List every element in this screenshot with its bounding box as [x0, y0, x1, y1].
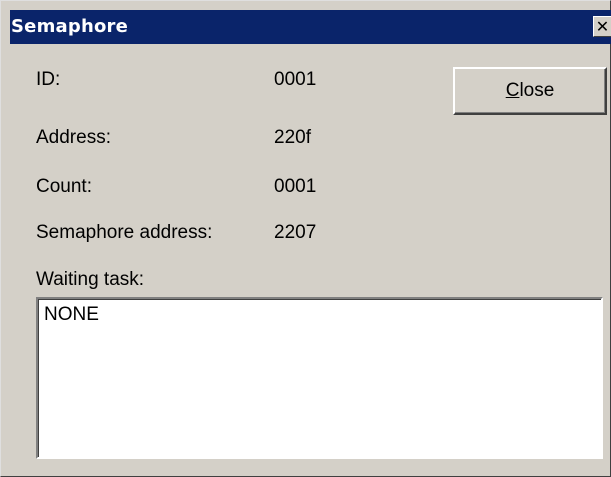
waiting-task-field[interactable]: NONE	[36, 297, 603, 459]
address-label: Address:	[36, 127, 111, 148]
semaphore-address-value: 2207	[274, 222, 317, 243]
close-button-label: lose	[519, 80, 555, 101]
count-label: Count:	[36, 176, 92, 197]
window-title: Semaphore	[11, 16, 129, 37]
close-button-mnemonic: C	[505, 80, 520, 101]
waiting-task-label: Waiting task:	[36, 269, 145, 290]
close-button[interactable]: Close	[453, 67, 607, 115]
semaphore-address-label: Semaphore address:	[36, 222, 213, 243]
close-icon: ✕	[595, 16, 610, 36]
title-close-button[interactable]: ✕	[593, 16, 611, 37]
waiting-task-value: NONE	[44, 304, 99, 325]
semaphore-dialog: Semaphore ✕ ID: 0001 Address: 220f Count…	[0, 0, 611, 477]
title-bar: Semaphore ✕	[10, 10, 611, 44]
count-value: 0001	[274, 176, 317, 197]
id-value: 0001	[274, 69, 317, 90]
address-value: 220f	[274, 127, 311, 148]
id-label: ID:	[36, 69, 61, 90]
